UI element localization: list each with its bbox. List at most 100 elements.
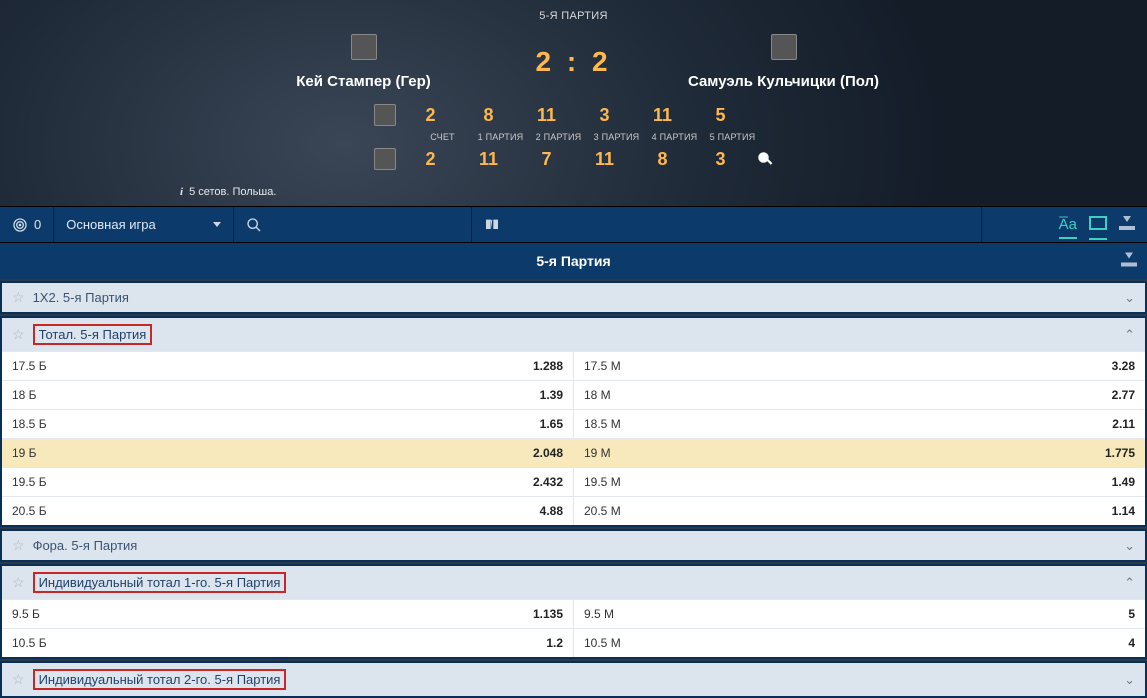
odds-under-cell[interactable]: 18.5 М2.11 (574, 410, 1145, 438)
market-handicap: ☆ Фора. 5-я Партия ⌄ (0, 529, 1147, 562)
chevron-down-icon: ⌄ (1124, 290, 1135, 306)
target-icon (12, 217, 28, 233)
odds-label: 19.5 Б (2, 468, 523, 496)
layout-toggle-button[interactable] (1089, 216, 1107, 234)
star-icon[interactable]: ☆ (12, 574, 25, 591)
odds-label: 17.5 Б (2, 352, 523, 380)
book-icon (484, 217, 500, 233)
odds-over-cell[interactable]: 9.5 Б1.135 (2, 600, 574, 628)
chevron-up-icon: ⌃ (1124, 327, 1135, 343)
scoreboard-headers: СЧЕТ 1 ПАРТИЯ 2 ПАРТИЯ 3 ПАРТИЯ 4 ПАРТИЯ… (414, 132, 762, 142)
odds-label: 9.5 М (574, 600, 1118, 628)
odds-value: 4 (1118, 629, 1145, 657)
search-button[interactable] (234, 207, 472, 242)
scoreboard-row1: 2 8 11 3 11 5 (374, 104, 774, 126)
market-header[interactable]: ☆ Индивидуальный тотал 1-го. 5-я Партия … (2, 566, 1145, 599)
sb-cell: 3 (692, 149, 750, 170)
target-button[interactable]: 0 (0, 207, 54, 242)
sb-cell: 2 (402, 105, 460, 126)
collapse-button[interactable] (1119, 216, 1135, 234)
odds-label: 18 Б (2, 381, 530, 409)
odds-under-cell[interactable]: 10.5 М4 (574, 629, 1145, 657)
chevron-down-icon: ⌄ (1124, 672, 1135, 688)
market-title: Индивидуальный тотал 2-го. 5-я Партия (33, 669, 287, 690)
odds-value: 2.77 (1102, 381, 1145, 409)
scoreboard: 2 8 11 3 11 5 СЧЕТ 1 ПАРТИЯ 2 ПАРТИЯ 3 П… (0, 104, 1147, 170)
sb-head: СЧЕТ (414, 132, 472, 142)
sb-cell: 7 (518, 149, 576, 170)
odds-label: 17.5 М (574, 352, 1102, 380)
book-button[interactable] (472, 207, 982, 242)
odds-under-cell[interactable]: 20.5 М1.14 (574, 497, 1145, 525)
sb-cell: 8 (634, 149, 692, 170)
odds-value: 1.14 (1102, 497, 1145, 525)
sb-cell: 5 (692, 105, 750, 126)
sb-cell: 8 (460, 105, 518, 126)
sb-cell: 11 (634, 105, 692, 126)
odds-under-cell[interactable]: 19 М1.775 (574, 439, 1145, 467)
market-ind-total-2: ☆ Индивидуальный тотал 2-го. 5-я Партия … (0, 661, 1147, 698)
market-header[interactable]: ☆ Фора. 5-я Партия ⌄ (2, 531, 1145, 560)
dropdown-label: Основная игра (66, 217, 155, 232)
serve-paddle-icon (756, 150, 774, 168)
player2-name: Самуэль Кульчицки (Пол) (634, 73, 934, 90)
odds-over-cell[interactable]: 17.5 Б1.288 (2, 352, 574, 380)
scoreboard-grid: 2 8 11 3 11 5 СЧЕТ 1 ПАРТИЯ 2 ПАРТИЯ 3 П… (374, 104, 774, 170)
odds-over-cell[interactable]: 10.5 Б1.2 (2, 629, 574, 657)
odds-over-cell[interactable]: 18.5 Б1.65 (2, 410, 574, 438)
odds-over-cell[interactable]: 19 Б2.048 (2, 439, 574, 467)
odds-row: 10.5 Б1.210.5 М4 (2, 628, 1145, 657)
scoreboard-row2: 2 11 7 11 8 3 (374, 148, 774, 170)
section-title: 5-я Партия (0, 242, 1147, 279)
chevron-down-icon (213, 222, 221, 227)
sb-head: 5 ПАРТИЯ (704, 132, 762, 142)
star-icon[interactable]: ☆ (12, 289, 25, 306)
odds-under-cell[interactable]: 18 М2.77 (574, 381, 1145, 409)
odds-label: 18.5 М (574, 410, 1102, 438)
odds-under-cell[interactable]: 17.5 М3.28 (574, 352, 1145, 380)
target-count: 0 (34, 217, 41, 232)
avatar-player1 (351, 34, 377, 60)
market-header[interactable]: ☆ Тотал. 5-я Партия ⌃ (2, 318, 1145, 351)
odds-label: 18 М (574, 381, 1102, 409)
odds-under-cell[interactable]: 9.5 М5 (574, 600, 1145, 628)
match-info: i 5 сетов. Польша. (0, 186, 1147, 198)
market-header[interactable]: ☆ Индивидуальный тотал 2-го. 5-я Партия … (2, 663, 1145, 696)
odds-label: 19 Б (2, 439, 523, 467)
star-icon[interactable]: ☆ (12, 326, 25, 343)
market-total: ☆ Тотал. 5-я Партия ⌃ 17.5 Б1.28817.5 М3… (0, 316, 1147, 527)
search-icon (246, 217, 262, 233)
market-header[interactable]: ☆ 1X2. 5-я Партия ⌄ (2, 283, 1145, 312)
sb-cell: 11 (576, 149, 634, 170)
odds-row: 19.5 Б2.43219.5 М1.49 (2, 467, 1145, 496)
game-stage-label: 5-Я ПАРТИЯ (0, 10, 1147, 22)
odds-under-cell[interactable]: 19.5 М1.49 (574, 468, 1145, 496)
odds-value: 5 (1118, 600, 1145, 628)
odds-value: 2.11 (1102, 410, 1145, 438)
odds-over-cell[interactable]: 20.5 Б4.88 (2, 497, 574, 525)
sb-cell: 11 (518, 105, 576, 126)
odds-value: 2.432 (523, 468, 573, 496)
sb-head: 1 ПАРТИЯ (472, 132, 530, 142)
match-hero: 5-Я ПАРТИЯ Кей Стампер (Гер) 2 : 2 Самуэ… (0, 0, 1147, 206)
font-size-button[interactable]: A̅a (1059, 216, 1077, 233)
toolbar-actions: A̅a (1047, 207, 1147, 242)
odds-label: 10.5 Б (2, 629, 536, 657)
row-avatar-1 (374, 104, 396, 126)
player-right: Самуэль Кульчицки (Пол) (634, 34, 934, 90)
odds-row: 9.5 Б1.1359.5 М5 (2, 599, 1145, 628)
game-mode-dropdown[interactable]: Основная игра (54, 207, 234, 242)
section-collapse-button[interactable] (1121, 253, 1137, 270)
star-icon[interactable]: ☆ (12, 537, 25, 554)
odds-over-cell[interactable]: 19.5 Б2.432 (2, 468, 574, 496)
toolbar: 0 Основная игра A̅a (0, 206, 1147, 242)
star-icon[interactable]: ☆ (12, 671, 25, 688)
sb-head: 3 ПАРТИЯ (588, 132, 646, 142)
toolbar-spacer (982, 207, 1046, 242)
sb-head: 2 ПАРТИЯ (530, 132, 588, 142)
odds-value: 1.775 (1095, 439, 1145, 467)
row-avatar-2 (374, 148, 396, 170)
odds-label: 19.5 М (574, 468, 1102, 496)
main-score: 2 : 2 (514, 46, 634, 78)
odds-over-cell[interactable]: 18 Б1.39 (2, 381, 574, 409)
